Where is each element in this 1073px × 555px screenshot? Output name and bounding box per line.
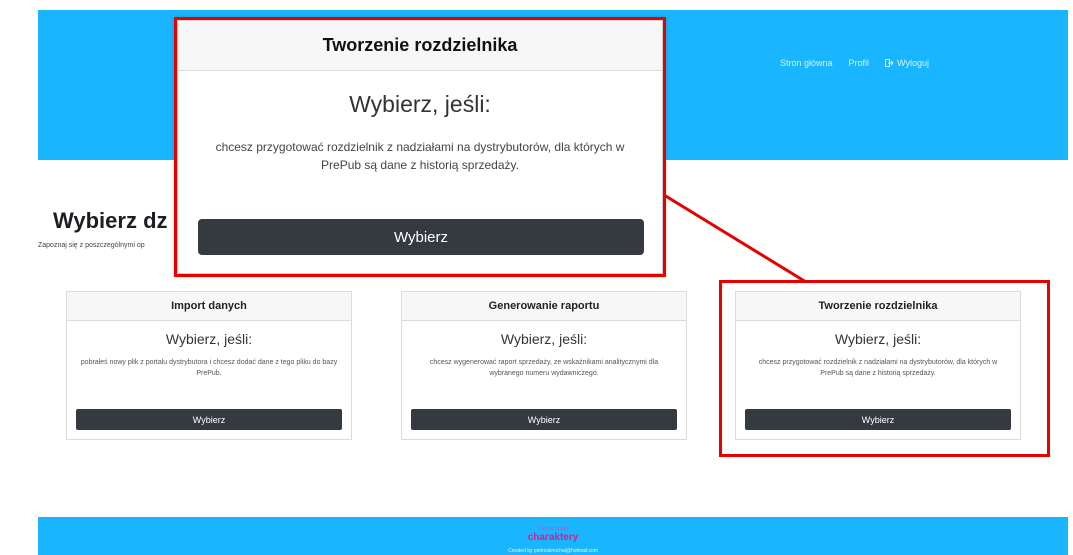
- card-report: Generowanie raportu Wybierz, jeśli: chce…: [401, 291, 687, 440]
- zoom-card-lead: Wybierz, jeśli:: [349, 91, 491, 117]
- logout-icon: [885, 59, 894, 67]
- highlight-box: [719, 280, 1050, 457]
- import-select-button[interactable]: Wybierz: [76, 409, 342, 430]
- page-subtitle: Zapoznaj się z poszczególnymi op: [38, 242, 145, 249]
- zoom-card-description: chcesz przygotować rozdzielnik z nadział…: [215, 140, 625, 172]
- card-header: Generowanie raportu: [402, 292, 686, 321]
- zoom-card-frame: Tworzenie rozdzielnika Wybierz, jeśli: c…: [177, 20, 663, 274]
- zoomed-card-callout: Tworzenie rozdzielnika Wybierz, jeśli: c…: [174, 17, 666, 277]
- nav-logout-label: Wyloguj: [897, 58, 929, 68]
- card-header: Import danych: [67, 292, 351, 321]
- footer-brand-logo[interactable]: charaktery: [38, 532, 1068, 543]
- report-select-button[interactable]: Wybierz: [411, 409, 677, 430]
- footer-credit: Created by pietrzakmichal@hotmail.com: [508, 548, 598, 554]
- card-lead: Wybierz, jeśli:: [165, 331, 253, 347]
- nav-profile-link[interactable]: Profil: [849, 58, 870, 68]
- nav-home-link[interactable]: Stron główna: [780, 58, 833, 68]
- footer: Zebrać znaki charaktery Created by pietr…: [38, 517, 1068, 555]
- card-import: Import danych Wybierz, jeśli: pobrałeś n…: [66, 291, 352, 440]
- main-nav: Stron główna Profil Wyloguj: [780, 58, 929, 68]
- page-title: Wybierz dz: [53, 208, 168, 233]
- card-description: pobrałeś nowy plik z portalu dystrybutor…: [80, 359, 338, 377]
- card-lead: Wybierz, jeśli:: [500, 331, 588, 347]
- zoom-card-header: Tworzenie rozdzielnika: [178, 21, 662, 71]
- nav-logout-link[interactable]: Wyloguj: [885, 58, 929, 68]
- zoom-select-button[interactable]: Wybierz: [198, 219, 644, 255]
- card-description: chcesz wygenerować raport sprzedaży, ze …: [429, 359, 659, 377]
